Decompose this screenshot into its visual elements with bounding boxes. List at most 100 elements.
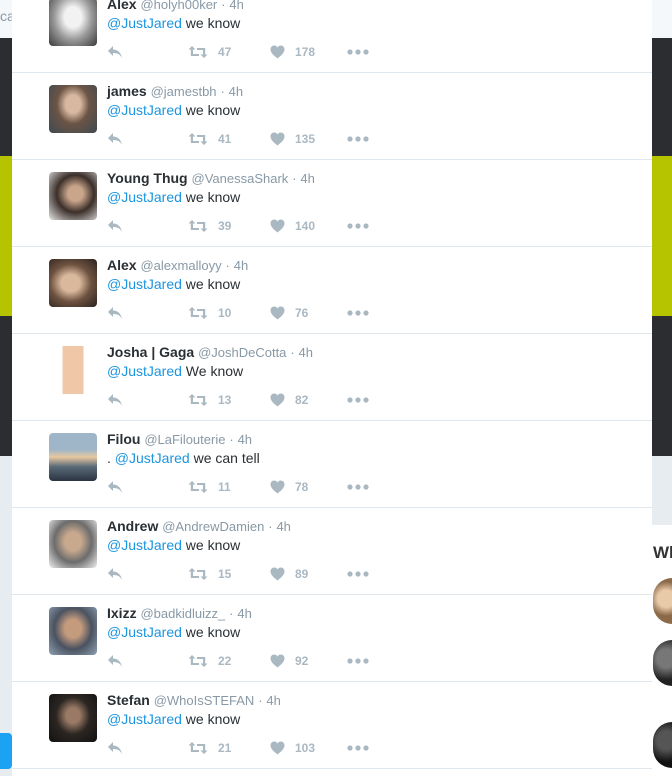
- like-button[interactable]: 178: [270, 44, 315, 60]
- timestamp[interactable]: 4h: [276, 519, 290, 534]
- timestamp[interactable]: 4h: [237, 606, 251, 621]
- mention-link[interactable]: @JustJared: [107, 15, 182, 31]
- more-button[interactable]: [347, 305, 369, 321]
- avatar[interactable]: [49, 85, 97, 133]
- mention-link[interactable]: @JustJared: [107, 189, 182, 205]
- display-name[interactable]: Alex: [107, 0, 137, 12]
- reply-button[interactable]: [107, 218, 123, 234]
- background-right-heading: Wh: [653, 543, 672, 562]
- tweet[interactable]: Alex @alexmalloyy · 4h @JustJared we kno…: [12, 247, 652, 334]
- avatar[interactable]: [49, 0, 97, 46]
- more-button[interactable]: [347, 479, 369, 495]
- like-button[interactable]: 78: [270, 479, 308, 495]
- avatar[interactable]: [49, 520, 97, 568]
- reply-button[interactable]: [107, 44, 123, 60]
- retweet-button[interactable]: 10: [188, 305, 231, 321]
- retweet-button[interactable]: 39: [188, 218, 231, 234]
- reply-button[interactable]: [107, 131, 123, 147]
- more-button[interactable]: [347, 44, 369, 60]
- more-button[interactable]: [347, 653, 369, 669]
- reply-button[interactable]: [107, 653, 123, 669]
- mention-link[interactable]: @JustJared: [107, 711, 182, 727]
- timestamp[interactable]: 4h: [300, 171, 314, 186]
- tweet[interactable]: james @jamestbh · 4h @JustJared we know …: [12, 73, 652, 160]
- background-left-text: ca: [0, 8, 12, 24]
- tweet[interactable]: Alex @holyh00ker · 4h @JustJared we know…: [12, 0, 652, 73]
- avatar[interactable]: [49, 433, 97, 481]
- timestamp[interactable]: 4h: [229, 84, 243, 99]
- retweet-button[interactable]: 21: [188, 740, 231, 756]
- username[interactable]: @jamestbh: [151, 84, 217, 99]
- username[interactable]: @AndrewDamien: [162, 519, 264, 534]
- mention-link[interactable]: @JustJared: [107, 276, 182, 292]
- like-button[interactable]: 92: [270, 653, 308, 669]
- tweet[interactable]: Filou @LaFilouterie · 4h . @JustJared we…: [12, 421, 652, 508]
- retweet-icon: [188, 220, 208, 232]
- timestamp[interactable]: 4h: [238, 432, 252, 447]
- avatar[interactable]: [49, 259, 97, 307]
- avatar[interactable]: [49, 694, 97, 742]
- username[interactable]: @holyh00ker: [140, 0, 217, 12]
- mention-link[interactable]: @JustJared: [107, 537, 182, 553]
- username[interactable]: @WhoIsSTEFAN: [154, 693, 255, 708]
- timestamp[interactable]: 4h: [229, 0, 243, 12]
- like-button[interactable]: 82: [270, 392, 308, 408]
- display-name[interactable]: Filou: [107, 431, 140, 447]
- display-name[interactable]: Young Thug: [107, 170, 188, 186]
- reply-button[interactable]: [107, 479, 123, 495]
- retweet-button[interactable]: 41: [188, 131, 231, 147]
- more-button[interactable]: [347, 566, 369, 582]
- tweet[interactable]: Stefan @WhoIsSTEFAN · 4h @JustJared we k…: [12, 682, 652, 769]
- mention-link[interactable]: @JustJared: [107, 102, 182, 118]
- more-button[interactable]: [347, 740, 369, 756]
- like-button[interactable]: 103: [270, 740, 315, 756]
- background-left-button[interactable]: [0, 733, 12, 769]
- like-count: 82: [295, 393, 309, 407]
- mention-link[interactable]: @JustJared: [107, 363, 182, 379]
- display-name[interactable]: Stefan: [107, 692, 150, 708]
- retweet-button[interactable]: 13: [188, 392, 231, 408]
- retweet-button[interactable]: 11: [188, 479, 231, 495]
- avatar[interactable]: [49, 607, 97, 655]
- timestamp[interactable]: 4h: [234, 258, 248, 273]
- reply-button[interactable]: [107, 740, 123, 756]
- display-name[interactable]: Andrew: [107, 518, 158, 534]
- more-button[interactable]: [347, 218, 369, 234]
- tweet[interactable]: Andrew @AndrewDamien · 4h @JustJared we …: [12, 508, 652, 595]
- retweet-button[interactable]: 22: [188, 653, 231, 669]
- like-button[interactable]: 135: [270, 131, 315, 147]
- username[interactable]: @alexmalloyy: [140, 258, 221, 273]
- like-button[interactable]: 140: [270, 218, 315, 234]
- retweet-button[interactable]: 15: [188, 566, 231, 582]
- display-name[interactable]: Josha | Gaga: [107, 344, 194, 360]
- display-name[interactable]: Alex: [107, 257, 137, 273]
- username[interactable]: @JoshDeCotta: [198, 345, 286, 360]
- username[interactable]: @LaFilouterie: [144, 432, 225, 447]
- timestamp[interactable]: 4h: [266, 693, 280, 708]
- tweet-text: @JustJared we know: [107, 102, 240, 118]
- tweet[interactable]: Young Thug @VanessaShark · 4h @JustJared…: [12, 160, 652, 247]
- more-button[interactable]: [347, 131, 369, 147]
- retweet-button[interactable]: 47: [188, 44, 231, 60]
- tweet[interactable]: Josha | Gaga @JoshDeCotta · 4h @JustJare…: [12, 334, 652, 421]
- mention-link[interactable]: @JustJared: [107, 624, 182, 640]
- mention-link[interactable]: @JustJared: [115, 450, 190, 466]
- reply-button[interactable]: [107, 305, 123, 321]
- heart-icon: [270, 45, 285, 59]
- avatar[interactable]: [49, 346, 97, 394]
- reply-button[interactable]: [107, 392, 123, 408]
- text-prefix: .: [107, 450, 115, 466]
- retweet-icon: [188, 481, 208, 493]
- like-button[interactable]: 89: [270, 566, 308, 582]
- username[interactable]: @VanessaShark: [192, 171, 289, 186]
- avatar[interactable]: [49, 172, 97, 220]
- heart-icon: [270, 393, 285, 407]
- more-button[interactable]: [347, 392, 369, 408]
- tweet[interactable]: Ixizz @badkidluizz_ · 4h @JustJared we k…: [12, 595, 652, 682]
- display-name[interactable]: Ixizz: [107, 605, 137, 621]
- username[interactable]: @badkidluizz_: [140, 606, 225, 621]
- display-name[interactable]: james: [107, 83, 147, 99]
- reply-button[interactable]: [107, 566, 123, 582]
- like-button[interactable]: 76: [270, 305, 308, 321]
- timestamp[interactable]: 4h: [299, 345, 313, 360]
